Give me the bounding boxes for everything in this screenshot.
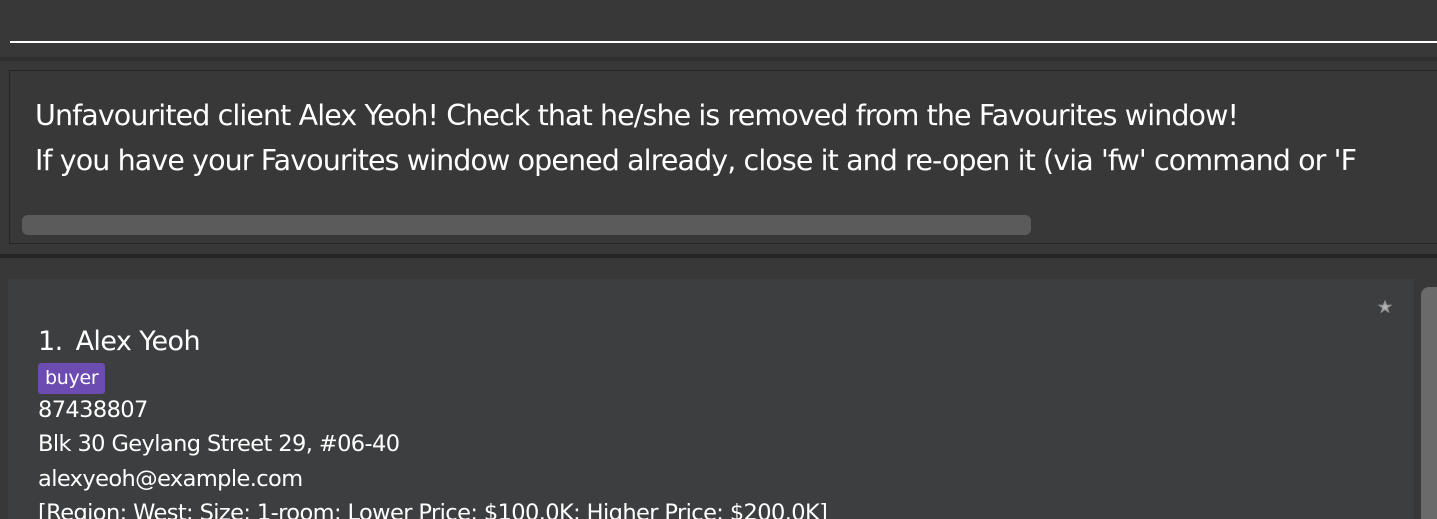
- result-message-line-2: If you have your Favourites window opene…: [35, 144, 1357, 177]
- person-list-panel: 1. Alex Yeoh buyer 87438807 Blk 30 Geylan…: [0, 258, 1437, 519]
- result-message-line-1: Unfavourited client Alex Yeoh! Check tha…: [35, 99, 1239, 132]
- command-box: [0, 0, 1437, 56]
- person-email: alexyeoh@example.com: [38, 466, 303, 492]
- person-index: 1.: [38, 326, 63, 357]
- command-input[interactable]: [10, 0, 1437, 43]
- app-window: Unfavourited client Alex Yeoh! Check tha…: [0, 0, 1437, 519]
- person-list-vertical-scrollbar[interactable]: [1421, 287, 1437, 519]
- favourite-star-icon[interactable]: [1377, 299, 1393, 315]
- person-phone: 87438807: [38, 397, 148, 423]
- result-message: Unfavourited client Alex Yeoh! Check tha…: [35, 93, 1357, 183]
- result-horizontal-scrollbar[interactable]: [22, 215, 1031, 235]
- person-header: 1. Alex Yeoh: [38, 326, 201, 357]
- tag-badge: buyer: [38, 363, 106, 394]
- person-name: Alex Yeoh: [75, 326, 201, 357]
- person-address: Blk 30 Geylang Street 29, #06-40: [38, 431, 400, 457]
- person-preference: [Region: West; Size: 1-room; Lower Price…: [38, 500, 828, 519]
- person-card[interactable]: 1. Alex Yeoh buyer 87438807 Blk 30 Geylan…: [8, 279, 1414, 519]
